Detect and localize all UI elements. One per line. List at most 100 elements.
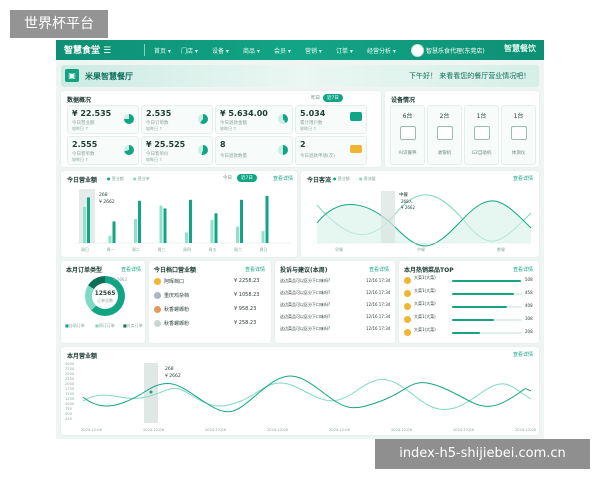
feedback-text: 这边菜品可以区分下口味吗? [280, 302, 331, 307]
dish-bar-fill [452, 332, 480, 334]
nav-home[interactable]: 首页 ▾ [154, 46, 171, 55]
dish-count: 458 [525, 290, 533, 295]
y-tick: 1500 [65, 392, 75, 396]
nav-products[interactable]: 商品 ▾ [243, 46, 260, 55]
kpi-card[interactable]: 5.034 累计用户数 较昨日 ↑ [295, 105, 367, 134]
kpi-card[interactable]: 8 今日退款数量 [215, 136, 293, 165]
y-tick: 500 [65, 412, 73, 416]
feedback-time: 12/16 17:34 [366, 314, 391, 319]
y-tick: 1000 [65, 402, 75, 406]
view-details-link[interactable]: 查看详情 [513, 266, 533, 273]
kpi-card[interactable]: ¥ 22.535 今日营业额 较昨日 ↑ [67, 105, 139, 134]
nav-stores[interactable]: 门店 ▾ [181, 46, 198, 55]
kpi-card[interactable]: ¥ 25.525 今日客单价 较昨日 ↑ [141, 136, 213, 165]
kpi-card[interactable]: 2.535 今日订单数 较昨日 ↑ [141, 105, 213, 134]
panel-title: 本月热销菜品TOP [404, 267, 454, 274]
equipment-label: 体测仪 [511, 151, 526, 156]
list-item[interactable]: 这边菜品可以区分下口味吗? 12/16 17:34 [280, 312, 392, 324]
nav-orders[interactable]: 订单 ▾ [336, 46, 353, 55]
equipment-card[interactable]: 2台 收银机 [427, 105, 462, 165]
equipment-card[interactable]: 1台 体测仪 [501, 105, 536, 165]
kpi-card[interactable]: ¥ 5.634.00 今日退款金额 较昨日 ↑ [215, 105, 293, 134]
order-type-panel: 本月订单类型 查看详情 12565 订单总数 ¥ 2662 ■自助订单 ■预订订… [61, 261, 145, 343]
tooltip-value: ¥ 2662 [99, 199, 115, 205]
brand-logo: 智慧餐饮 [504, 44, 536, 53]
kpi-card[interactable]: 2.555 今日客单数 较昨日 ↑ [67, 136, 139, 165]
toggle-yesterday[interactable]: 昨日 [307, 94, 324, 102]
pie-icon [198, 114, 208, 124]
user-name[interactable]: 智慧乐食代理(东莞店) [426, 46, 485, 55]
list-item[interactable]: 秋香螺蛳粉 ¥ 958.23 [154, 304, 266, 318]
menu-toggle-icon[interactable]: ☰ [103, 46, 111, 56]
kpi-value: 8 [220, 140, 226, 149]
equipment-label: AI识餐秤 [398, 151, 417, 156]
view-details-link[interactable]: 查看详情 [369, 266, 389, 273]
list-item[interactable]: 大菜1(大菜) 458 [404, 288, 534, 301]
bar-primary [265, 195, 269, 243]
list-item[interactable]: 秋香螺蛳粉 ¥ 258.23 [154, 318, 266, 332]
equipment-count: 6台 [402, 113, 413, 120]
list-item[interactable]: 这边菜品可以区分下口味吗? 12/16 17:34 [280, 288, 392, 300]
month-sales-panel: 本月营业额 查看详情 268 ¥ 2662 3000 2750 2500 2250 20… [61, 347, 539, 435]
feedback-list: 这边菜品可以区分下口味吗? 12/16 17:34 这边菜品可以区分下口味吗? 12… [280, 276, 392, 336]
nav-marketing[interactable]: 营销 ▾ [305, 46, 322, 55]
kpi-value: ¥ 25.525 [146, 140, 186, 149]
view-details-link[interactable]: 查看详情 [245, 266, 265, 273]
kpi-value: 2.555 [72, 140, 98, 149]
window-name: 秋香螺蛳粉 [164, 321, 190, 327]
kpi-card[interactable]: 2 今日退款申请(次) [295, 136, 367, 165]
tab-7days[interactable]: 近7日 [237, 174, 257, 182]
dish-bar-fill [452, 319, 494, 321]
scale-icon [400, 126, 416, 140]
dish-bar-fill [452, 306, 507, 308]
kpi-value: ¥ 5.634.00 [220, 109, 268, 118]
y-tick: 2000 [65, 382, 75, 386]
nav-analytics[interactable]: 经营分析 ▾ [367, 46, 396, 55]
dish-name: 大菜1(大菜) [414, 327, 436, 332]
view-details-link[interactable]: 查看详情 [121, 266, 141, 273]
list-item[interactable]: 阿晖档口 ¥ 2258.23 [154, 276, 266, 290]
x-tick: 周日 [81, 246, 89, 252]
view-details-link[interactable]: 查看详情 [273, 175, 293, 182]
x-tick: 2024-12-06 [515, 428, 537, 432]
dish-bar-track [452, 280, 522, 282]
tooltip-value: 268 [165, 366, 174, 372]
panel-title: 数据概况 [67, 97, 92, 104]
window-name: 阿晖档口 [164, 279, 185, 285]
x-tick: 周三 [158, 246, 166, 252]
dish-bar-track [452, 306, 522, 308]
toggle-7days[interactable]: 近7日 [323, 94, 343, 102]
greeting-text: 下午好！ 来看看您的餐厅营业情况吧！ [409, 72, 531, 80]
nav-members[interactable]: 会员 ▾ [274, 46, 291, 55]
tab-today[interactable]: 今日 [219, 174, 236, 182]
list-item[interactable]: 大菜1(大菜) 308 [404, 314, 534, 327]
pie-icon [198, 145, 208, 155]
app-logo[interactable]: 智慧食堂 ☰ [64, 43, 111, 56]
list-item[interactable]: 大菜1(大菜) 508 [404, 275, 534, 288]
nav-devices[interactable]: 设备 ▾ [212, 46, 229, 55]
x-tick: 周四 [183, 246, 191, 252]
list-item[interactable]: 大菜1(大菜) 208 [404, 327, 534, 340]
dish-icon [404, 290, 411, 297]
equipment-label: G2自助机 [471, 151, 492, 156]
dish-bar-fill [452, 280, 521, 282]
tooltip-value: ¥ 2662 [165, 373, 181, 379]
top-nav: 智慧食堂 ☰ 首页 ▾ 门店 ▾ 设备 ▾ 商品 ▾ 会员 ▾ 营销 ▾ 订单 … [56, 40, 544, 60]
list-item[interactable]: 重庆鸡杂档 ¥ 1058.23 [154, 290, 266, 304]
equipment-card[interactable]: 6台 AI识餐秤 [390, 105, 425, 165]
dish-bar-fill [452, 293, 514, 295]
user-avatar[interactable] [411, 44, 424, 57]
today-sales-panel: 今日营业额 ● 营业额 ● 营业单 今日 近7日 查看详情 周日 周一 周二 周三 周四… [61, 171, 297, 257]
legend-item: ■外卖订单 [123, 323, 143, 328]
x-tick: 2024-12-06 [329, 428, 351, 432]
view-details-link[interactable]: 查看详情 [513, 175, 533, 182]
panel-title: 本月订单类型 [66, 267, 103, 274]
list-item[interactable]: 大菜1(大菜) 408 [404, 301, 534, 314]
equipment-card[interactable]: 1台 G2自助机 [464, 105, 499, 165]
list-item[interactable]: 这边菜品可以区分下口味吗? 12/16 17:34 [280, 300, 392, 312]
dish-name: 大菜1(大菜) [414, 275, 436, 280]
list-item[interactable]: 这边菜品可以区分下口味吗? 12/16 17:34 [280, 324, 392, 336]
list-item[interactable]: 这边菜品可以区分下口味吗? 12/16 17:34 [280, 276, 392, 288]
bar-primary [138, 200, 141, 243]
y-tick: 3000 [65, 362, 75, 366]
